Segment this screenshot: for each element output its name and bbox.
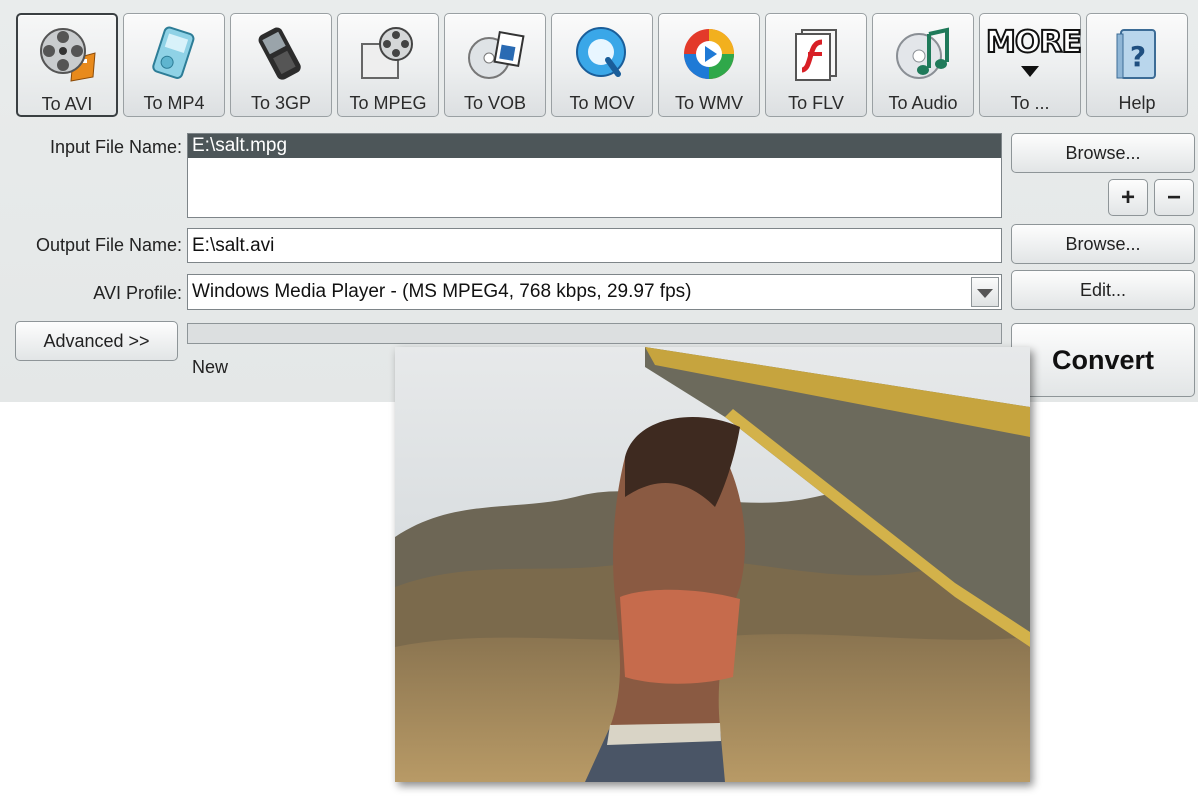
to-mpeg-label: To MPEG [349,93,427,113]
input-file-name: E:\salt.mpg [192,135,288,156]
convert-button[interactable]: Convert [1011,323,1195,397]
to-mov-button[interactable]: To MOV [551,13,653,117]
dropdown-arrow-icon [1021,66,1039,77]
to-mp4-button[interactable]: To MP4 [123,13,225,117]
input-file-list[interactable]: E:\salt.mpg [187,133,1002,218]
dvd-disc-icon [468,30,525,79]
more-badge: MORE [985,25,1083,61]
avi-profile-label: AVI Profile: [93,283,182,303]
browse-output-button[interactable]: Browse... [1011,224,1195,264]
to-more-label: To ... [1010,93,1050,113]
progress-bar [187,323,1002,344]
edit-profile-button[interactable]: Edit... [1011,270,1195,310]
format-toolbar: To AVI To MP4 To 3GP To MPEG To VOB To M… [14,13,1198,121]
chevron-down-icon [977,289,993,298]
flash-icon [795,29,837,81]
to-3gp-label: To 3GP [250,93,312,113]
quicktime-icon [576,27,626,77]
input-file-label: Input File Name: [49,137,182,157]
help-button[interactable]: ? Help [1086,13,1188,117]
more-icon: MORE [985,25,1083,86]
film-reel-icon [40,28,96,82]
to-vob-label: To VOB [463,93,527,113]
output-file-field[interactable]: E:\salt.avi [187,228,1002,263]
to-flv-label: To FLV [788,93,844,113]
input-file-item[interactable]: E:\salt.mpg [188,134,1001,158]
to-mov-label: To MOV [569,93,635,113]
audio-cd-icon [896,27,949,79]
to-audio-label: To Audio [888,93,958,113]
mp4-player-icon [152,26,195,79]
to-wmv-button[interactable]: To WMV [658,13,760,117]
windows-media-icon [684,29,734,79]
to-wmv-label: To WMV [674,93,743,113]
help-book-icon: ? [1116,29,1156,79]
avi-profile-select[interactable]: Windows Media Player - (MS MPEG4, 768 kb… [187,274,1002,310]
remove-file-button[interactable]: − [1154,179,1194,216]
to-mpeg-button[interactable]: To MPEG [337,13,439,117]
to-audio-button[interactable]: To Audio [872,13,974,117]
browse-input-button[interactable]: Browse... [1011,133,1195,173]
help-label: Help [1118,93,1156,113]
to-more-button[interactable]: MORE To ... [979,13,1083,117]
advanced-button[interactable]: Advanced >> [15,321,178,361]
mpeg-reel-icon [361,27,413,79]
dropdown-button[interactable] [971,277,999,307]
to-vob-button[interactable]: To VOB [444,13,546,117]
to-3gp-button[interactable]: To 3GP [230,13,332,117]
preview-frame [395,347,1030,782]
video-preview-image [395,347,1030,782]
mobile-phone-icon [258,27,301,80]
status-text: New [192,357,229,377]
to-avi-label: To AVI [41,94,93,114]
converter-window: To AVI To MP4 To 3GP To MPEG To VOB To M… [0,0,1198,402]
svg-text:?: ? [1130,40,1146,73]
output-file-label: Output File Name: [35,235,182,255]
to-mp4-label: To MP4 [143,93,205,113]
to-flv-button[interactable]: To FLV [765,13,867,117]
avi-profile-value: Windows Media Player - (MS MPEG4, 768 kb… [192,281,692,302]
to-avi-button[interactable]: To AVI [16,13,118,117]
add-file-button[interactable]: + [1108,179,1148,216]
